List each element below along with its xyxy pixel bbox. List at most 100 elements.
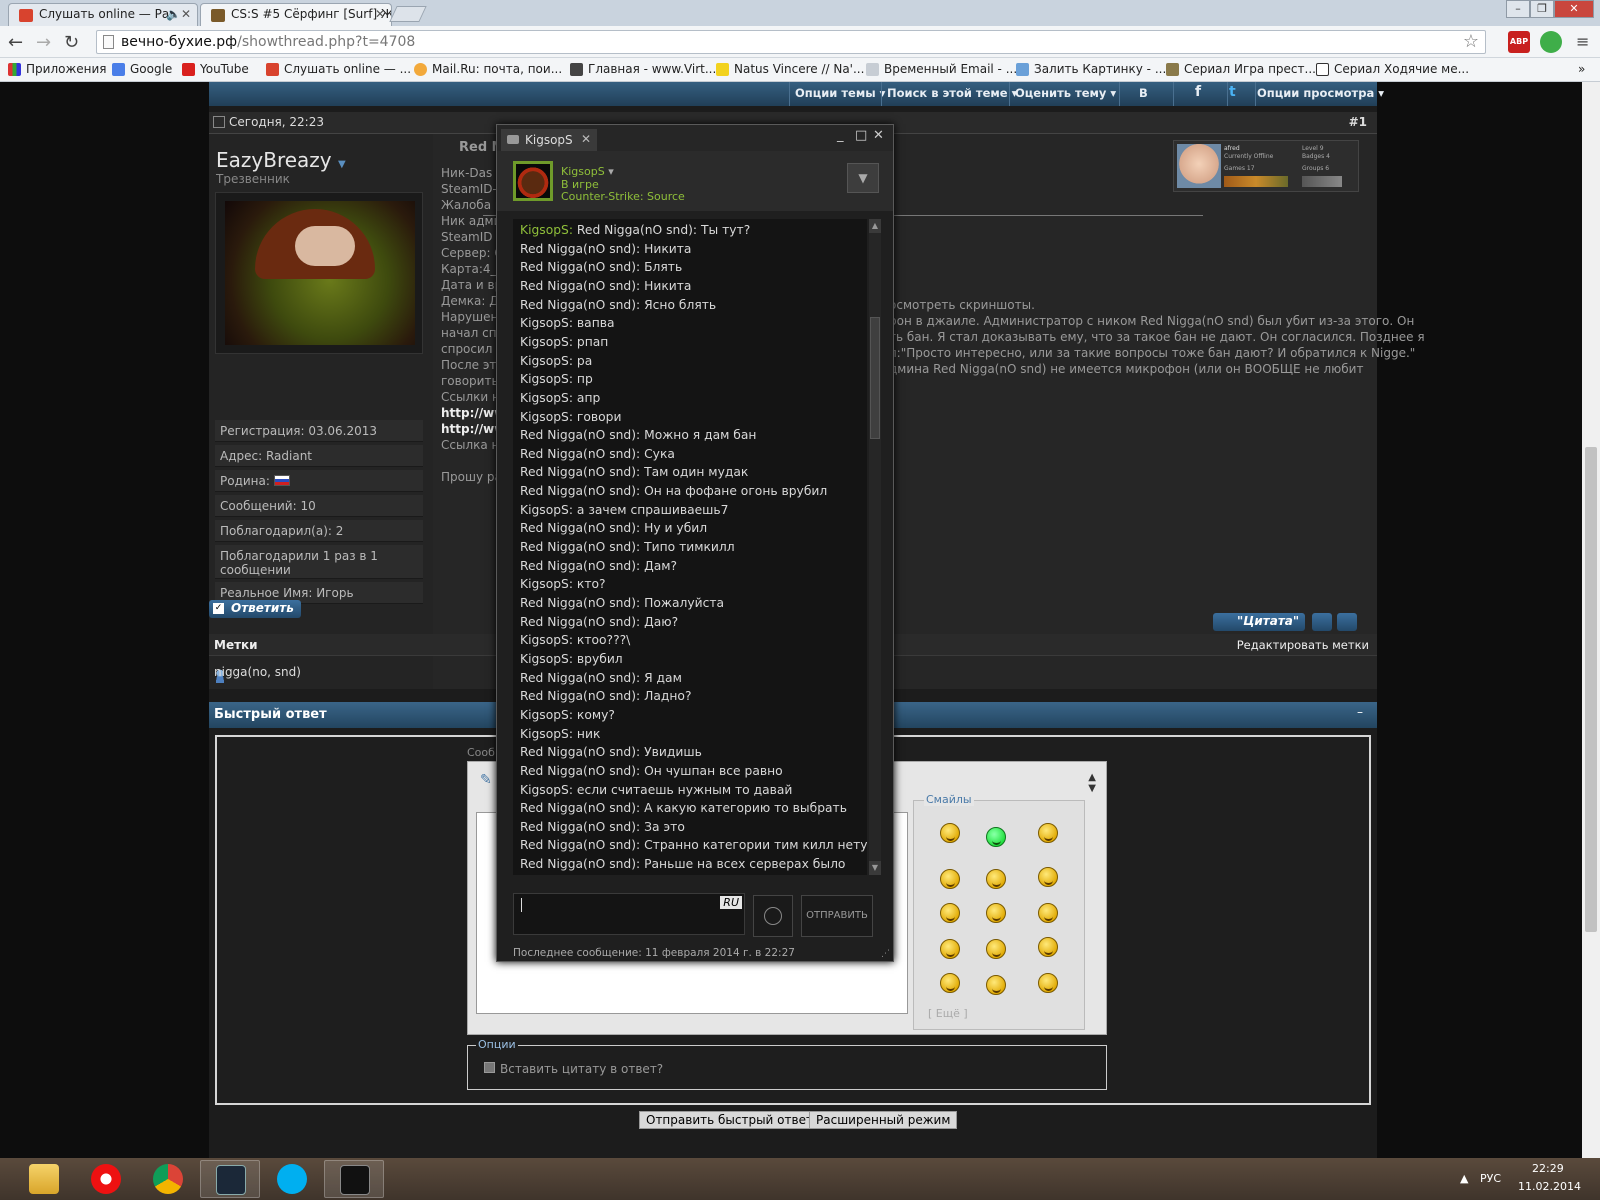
edit-post-icon[interactable]	[1337, 613, 1357, 631]
chat-tab-close-icon[interactable]: ✕	[581, 132, 591, 146]
steam-mini-profile[interactable]: afred Currently Offline Games 17 Level 9…	[1173, 140, 1359, 192]
smiley-icon[interactable]	[940, 903, 960, 923]
keyboard-language[interactable]: РУС	[1480, 1172, 1501, 1185]
smiley-icon[interactable]	[986, 903, 1006, 923]
smiley-icon[interactable]	[940, 823, 960, 843]
submit-quick-reply-button[interactable]: Отправить быстрый ответ	[639, 1111, 820, 1129]
editor-toolbar-icon[interactable]: ✎	[480, 772, 492, 788]
thanks-icon[interactable]	[1312, 613, 1332, 631]
user-menu-arrow-icon[interactable]: ▼	[338, 159, 346, 170]
bookmark-mailru[interactable]: Mail.Ru: почта, пои...	[414, 62, 562, 76]
taskbar-counter-strike[interactable]	[324, 1160, 384, 1198]
bookmark-google[interactable]: Google	[112, 62, 172, 76]
browser-tab-forum[interactable]: CS:S #5 Сёрфинг [Surf] Ж ✕	[200, 3, 392, 26]
reply-button[interactable]: ✓ Ответить	[209, 600, 301, 618]
chat-scrollbar-thumb[interactable]	[870, 317, 880, 439]
bookmark-navi[interactable]: Natus Vincere // Na'...	[716, 62, 864, 76]
bookmark-star-icon[interactable]: ☆	[1463, 31, 1479, 52]
bookmark-got[interactable]: Сериал Игра прест...	[1166, 62, 1316, 76]
tab-close-icon[interactable]: ✕	[375, 7, 385, 21]
send-message-button[interactable]: ОТПРАВИТЬ	[801, 895, 873, 937]
forward-arrow-icon[interactable]: →	[36, 32, 51, 53]
bookmark-temp-email[interactable]: Временный Email - ...	[866, 62, 1017, 76]
clock-date[interactable]: 11.02.2014	[1518, 1180, 1581, 1193]
clock-time[interactable]: 22:29	[1532, 1162, 1564, 1175]
green-extension-icon[interactable]	[1540, 31, 1562, 53]
scroll-down-arrow-icon[interactable]: ▼	[869, 861, 881, 875]
vk-share-icon[interactable]: B	[1139, 86, 1148, 100]
bookmark-radio[interactable]: Слушать online — ...	[266, 62, 411, 76]
scroll-up-arrow-icon[interactable]: ▲	[869, 219, 881, 233]
smiley-icon[interactable]	[986, 869, 1006, 889]
tag-link[interactable]: nigga(no, snd)	[214, 665, 301, 679]
taskbar-yandex[interactable]	[76, 1160, 136, 1198]
chat-tab-kigsops[interactable]: KigsopS ✕	[501, 129, 597, 151]
search-thread-menu[interactable]: Поиск в этой теме ▾	[887, 86, 1017, 100]
tab-close-icon[interactable]: 🔈✕	[166, 7, 191, 21]
smiley-icon[interactable]	[940, 973, 960, 993]
smiley-icon[interactable]	[986, 975, 1006, 995]
chat-minimize-button[interactable]: _	[837, 128, 844, 143]
bookmark-twd[interactable]: Сериал Ходячие ме...	[1316, 62, 1469, 76]
menu-icon[interactable]: ≡	[1576, 32, 1589, 51]
post-number-link[interactable]: #1	[1349, 115, 1367, 129]
bookmark-youtube[interactable]: YouTube	[182, 62, 249, 76]
smiley-icon[interactable]	[940, 869, 960, 889]
chat-scrollbar[interactable]: ▲ ▼	[869, 219, 881, 875]
friend-avatar[interactable]	[513, 161, 553, 201]
smiley-icon[interactable]	[1038, 903, 1058, 923]
bookmark-apps[interactable]: Приложения	[8, 62, 107, 76]
minimize-window-button[interactable]: –	[1506, 0, 1530, 18]
collapse-button[interactable]: –	[1357, 705, 1363, 719]
restore-window-button[interactable]: ❐	[1530, 0, 1554, 18]
facebook-share-icon[interactable]: f	[1195, 84, 1201, 100]
taskbar-skype[interactable]	[262, 1160, 322, 1198]
reply-options: Опции Вставить цитату в ответ?	[467, 1038, 1107, 1090]
chat-text: Ладно?	[644, 689, 692, 704]
smiley-icon[interactable]	[1038, 823, 1058, 843]
chat-close-button[interactable]: ✕	[873, 128, 884, 143]
rate-thread-menu[interactable]: Оценить тему ▾	[1015, 86, 1116, 100]
emoticon-button[interactable]	[753, 895, 793, 937]
post-line: SteamID-S	[441, 182, 505, 196]
new-tab-button[interactable]	[389, 6, 427, 22]
reload-icon[interactable]: ↻	[64, 32, 79, 53]
smiley-icon[interactable]	[940, 939, 960, 959]
taskbar-chrome[interactable]	[138, 1160, 198, 1198]
tray-expand-icon[interactable]: ▲	[1460, 1172, 1468, 1185]
address-bar[interactable]: вечно-бухие.рф/showthread.php?t=4708 ☆	[96, 30, 1486, 54]
quote-button[interactable]: "Цитата"	[1213, 613, 1305, 631]
bookmark-upload-image[interactable]: Залить Картинку - ...	[1016, 62, 1166, 76]
browser-tab-radio[interactable]: Слушать online — Ра 🔈✕	[8, 3, 198, 26]
scrollbar-thumb[interactable]	[1585, 447, 1597, 932]
chat-message-log[interactable]: KigsopS: Red Nigga(nO snd): Ты тут? Red N…	[513, 219, 867, 875]
advanced-mode-button[interactable]: Расширенный режим	[809, 1111, 958, 1129]
friend-menu-arrow-icon[interactable]: ▾	[608, 165, 614, 178]
post-username[interactable]: EazyBreazy ▼	[216, 148, 346, 172]
adblock-extension-icon[interactable]: ABP	[1508, 31, 1530, 53]
bookmarks-overflow[interactable]: »	[1578, 62, 1585, 76]
chat-maximize-button[interactable]: □	[855, 128, 867, 143]
smiley-icon[interactable]	[986, 827, 1006, 847]
edit-tags-link[interactable]: Редактировать метки	[1237, 638, 1369, 652]
taskbar-explorer[interactable]	[14, 1160, 74, 1198]
resize-grip-icon[interactable]: ⋰	[881, 949, 890, 959]
friend-name[interactable]: KigsopS ▾	[561, 165, 614, 178]
smiley-icon[interactable]	[1038, 867, 1058, 887]
view-options-menu[interactable]: Опции просмотра ▾	[1257, 86, 1384, 100]
thread-options-menu[interactable]: Опции темы ▾	[795, 86, 885, 100]
chat-message-input[interactable]: RU	[513, 893, 745, 935]
smiley-icon[interactable]	[1038, 973, 1058, 993]
insert-quote-checkbox[interactable]	[484, 1062, 495, 1073]
smiley-icon[interactable]	[1038, 937, 1058, 957]
page-scrollbar[interactable]	[1582, 82, 1600, 1158]
close-window-button[interactable]: ✕	[1554, 0, 1594, 18]
more-smilies-link[interactable]: [ Ещё ]	[928, 1007, 968, 1020]
twitter-share-icon[interactable]: t	[1229, 84, 1236, 100]
chat-options-dropdown[interactable]: ▼	[847, 163, 879, 193]
editor-resize-icon[interactable]: ▲ ▼	[1088, 772, 1096, 794]
back-arrow-icon[interactable]: ←	[8, 32, 23, 53]
smiley-icon[interactable]	[986, 939, 1006, 959]
bookmark-virt[interactable]: Главная - www.Virt...	[570, 62, 716, 76]
taskbar-steam[interactable]	[200, 1160, 260, 1198]
